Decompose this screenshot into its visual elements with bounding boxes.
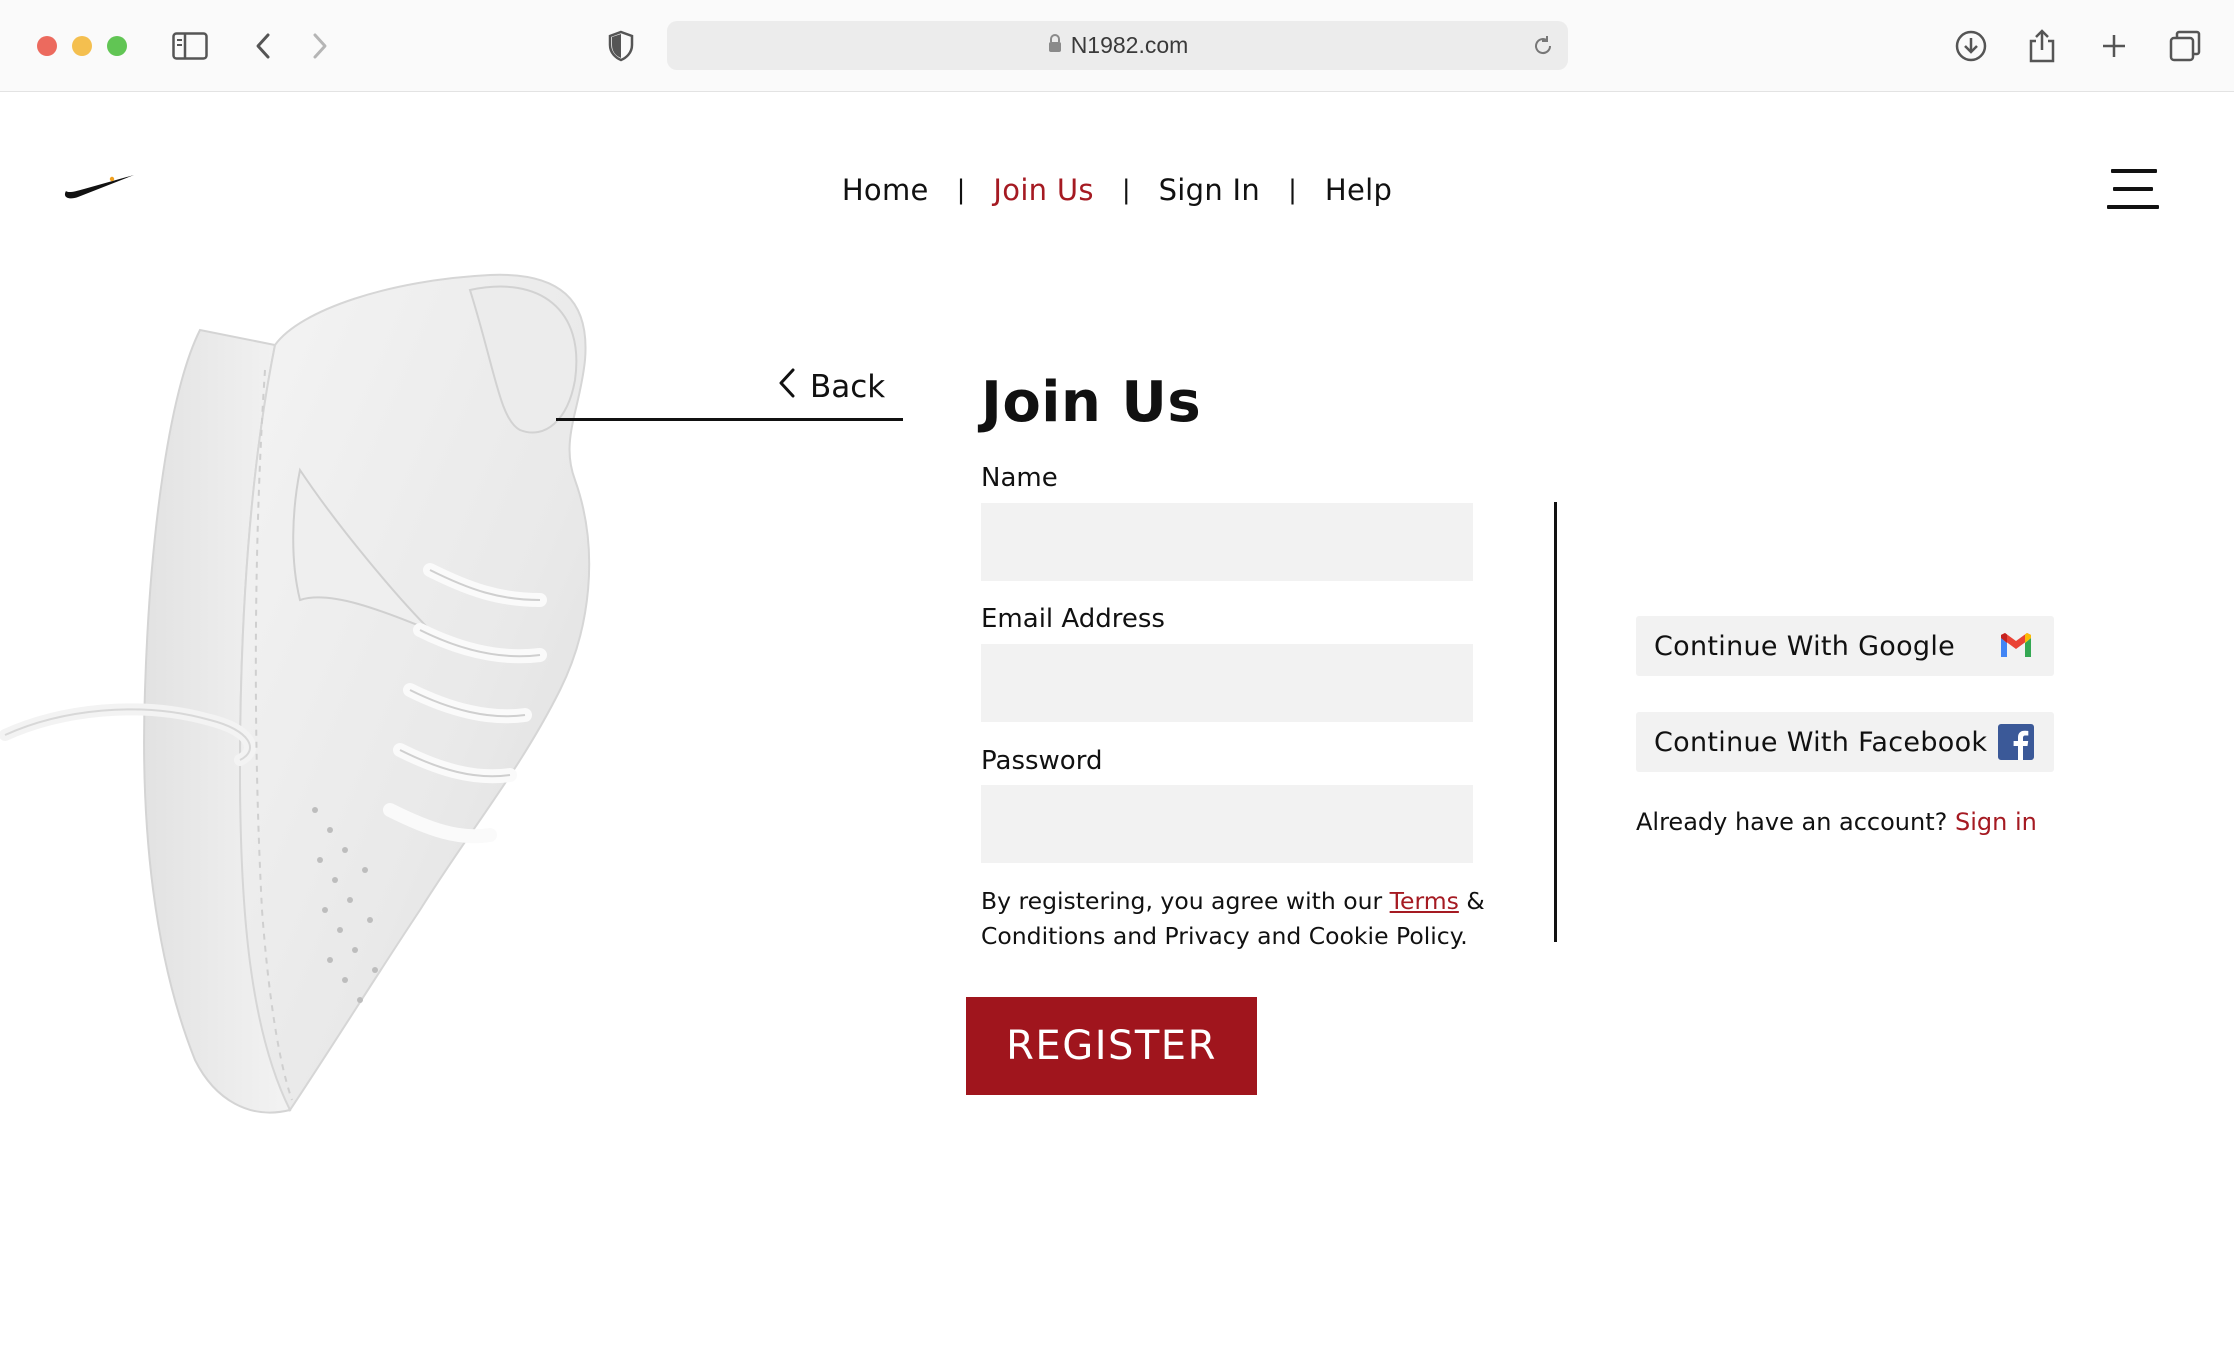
have-account-prefix: Already have an account?: [1636, 808, 1956, 836]
sign-in-link[interactable]: Sign in: [1955, 808, 2037, 836]
continue-with-facebook-button[interactable]: Continue With Facebook: [1636, 712, 2054, 772]
lock-icon: [1047, 32, 1063, 59]
nav-join-us[interactable]: Join Us: [993, 173, 1093, 207]
nav-help[interactable]: Help: [1325, 173, 1392, 207]
already-have-account-text: Already have an account? Sign in: [1636, 808, 2037, 836]
nav-sign-in[interactable]: Sign In: [1159, 173, 1261, 207]
vertical-divider: [1554, 502, 1557, 942]
password-field[interactable]: [981, 785, 1473, 863]
new-tab-icon[interactable]: [2092, 24, 2136, 68]
sneaker-image: [0, 273, 591, 1114]
password-label: Password: [981, 746, 1103, 776]
forward-nav-icon[interactable]: [298, 24, 342, 68]
address-bar[interactable]: N1982.com: [667, 21, 1568, 70]
back-nav-icon[interactable]: [241, 24, 285, 68]
email-label: Email Address: [981, 604, 1165, 634]
nav-separator: |: [956, 175, 966, 205]
shield-icon[interactable]: [599, 24, 643, 68]
zoom-window-button[interactable]: [107, 36, 127, 56]
facebook-icon: [1996, 722, 2036, 762]
nav-separator: |: [1288, 175, 1297, 205]
browser-toolbar: N1982.com: [0, 0, 2234, 92]
nav-home[interactable]: Home: [842, 173, 929, 207]
download-icon[interactable]: [1949, 24, 1993, 68]
minimize-window-button[interactable]: [72, 36, 92, 56]
back-link[interactable]: Back: [778, 364, 885, 410]
continue-with-google-button[interactable]: Continue With Google: [1636, 616, 2054, 676]
reload-icon[interactable]: [1530, 33, 1556, 59]
name-field[interactable]: [981, 503, 1473, 581]
google-button-label: Continue With Google: [1654, 630, 1956, 662]
tab-overview-icon[interactable]: [2163, 24, 2207, 68]
share-icon[interactable]: [2020, 24, 2064, 68]
main-nav: Home | Join Us | Sign In | Help: [0, 165, 2234, 215]
terms-link[interactable]: Terms: [1390, 887, 1459, 915]
register-button[interactable]: REGISTER: [966, 997, 1257, 1095]
facebook-button-label: Continue With Facebook: [1654, 726, 1988, 758]
terms-text: By registering, you agree with our Terms…: [981, 884, 1501, 954]
sidebar-toggle-icon[interactable]: [168, 24, 212, 68]
terms-prefix: By registering, you agree with our: [981, 887, 1390, 915]
back-label: Back: [810, 369, 886, 405]
name-label: Name: [981, 463, 1058, 493]
gmail-icon: [1996, 626, 2036, 666]
back-underline: [556, 418, 903, 421]
url-text: N1982.com: [1070, 32, 1189, 58]
page-title: Join Us: [981, 370, 1202, 435]
close-window-button[interactable]: [37, 36, 57, 56]
hamburger-menu-icon[interactable]: [2105, 167, 2161, 213]
email-field[interactable]: [981, 644, 1473, 722]
chevron-left-icon: [778, 367, 796, 407]
nav-separator: |: [1121, 175, 1131, 205]
